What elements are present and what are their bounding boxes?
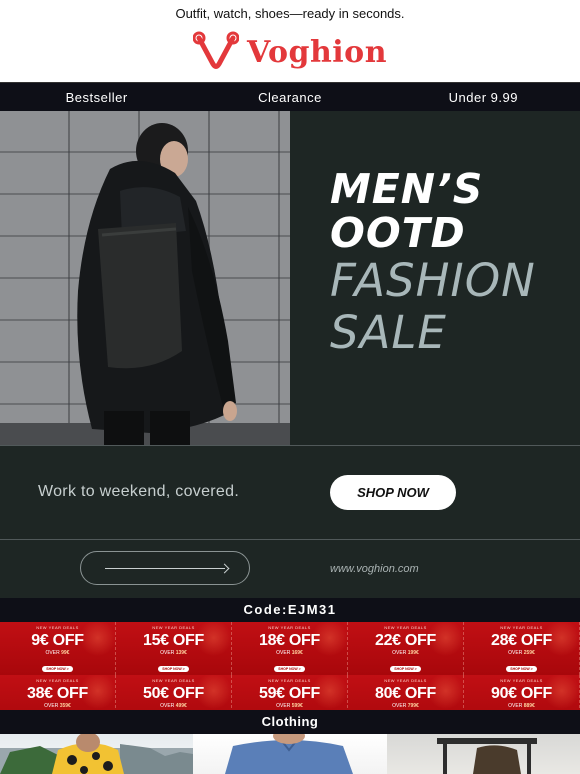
hero-website-url[interactable]: www.voghion.com <box>330 563 419 575</box>
coupon-amount: 38€ OFF <box>26 685 89 702</box>
coupon-threshold: OVER 259€ <box>508 650 535 656</box>
section-title-clothing: Clothing <box>0 710 580 734</box>
hero-title-line2: OOTD <box>330 209 466 257</box>
coupon-threshold: OVER 99€ <box>45 650 70 656</box>
brand-name: Voghion <box>246 34 388 70</box>
product-thumb-hawaiian-shirt[interactable] <box>0 734 194 774</box>
hero-title: MEN’S OOTD FASHION SALE <box>330 167 536 359</box>
header-tagline: Outfit, watch, shoes—ready in seconds. <box>175 6 405 21</box>
coupon-threshold: OVER 799€ <box>392 703 419 709</box>
coupon-threshold: OVER 169€ <box>276 650 303 656</box>
coupon-amount: 59€ OFF <box>258 685 321 702</box>
hero-divider-top <box>0 445 580 446</box>
hero-title-line1: MEN’S <box>330 165 484 213</box>
hero-banner[interactable]: MEN’S OOTD FASHION SALE Work to weekend,… <box>0 111 580 598</box>
coupon-kicker: NEW YEAR DEALS <box>152 625 195 630</box>
arrow-button[interactable] <box>80 551 250 585</box>
coupon-kicker: NEW YEAR DEALS <box>36 625 79 630</box>
coupon-kicker: NEW YEAR DEALS <box>500 625 543 630</box>
coupon-amount: 22€ OFF <box>374 632 437 649</box>
product-image <box>225 734 354 774</box>
coupon-shop-button[interactable]: SHOP NOW > <box>390 666 421 672</box>
product-thumb-denim-shirt[interactable] <box>193 734 387 774</box>
nav-item-clearance[interactable]: Clearance <box>193 90 386 105</box>
hero-model-photo <box>0 111 290 445</box>
product-row <box>0 734 580 774</box>
coupon-grid: NEW YEAR DEALS 9€ OFF OVER 99€ SHOP NOW … <box>0 622 580 728</box>
brand-logo[interactable]: Voghion <box>0 30 580 74</box>
brand-v-icon <box>192 31 239 69</box>
coupon-threshold: OVER 199€ <box>392 650 419 656</box>
coupon-code-bar: Code:EJM31 <box>0 598 580 622</box>
nav-item-bestseller[interactable]: Bestseller <box>0 90 193 105</box>
coupon-shop-button[interactable]: SHOP NOW > <box>42 666 73 672</box>
category-nav: Bestseller Clearance Under 9.99 <box>0 82 580 111</box>
hero-subtitle: Work to weekend, covered. <box>38 483 240 500</box>
coupon-amount: 9€ OFF <box>31 632 84 649</box>
product-image <box>0 734 193 774</box>
coupon-22-off[interactable]: NEW YEAR DEALS 22€ OFF OVER 199€ SHOP NO… <box>348 622 464 675</box>
coupon-amount: 80€ OFF <box>374 685 437 702</box>
coupon-threshold: OVER 359€ <box>44 703 71 709</box>
coupon-threshold: OVER 139€ <box>160 650 187 656</box>
coupon-threshold: OVER 889€ <box>508 703 535 709</box>
hero-divider-bottom <box>0 539 580 540</box>
shop-now-button[interactable]: SHOP NOW <box>330 475 456 510</box>
coupon-threshold: OVER 499€ <box>160 703 187 709</box>
model-silhouette <box>0 123 290 445</box>
coupon-amount: 18€ OFF <box>258 632 321 649</box>
coupon-15-off[interactable]: NEW YEAR DEALS 15€ OFF OVER 139€ SHOP NO… <box>116 622 232 675</box>
coupon-kicker: NEW YEAR DEALS <box>268 625 311 630</box>
product-image <box>436 738 537 774</box>
product-thumb-jacket[interactable] <box>386 734 580 774</box>
coupon-28-off[interactable]: NEW YEAR DEALS 28€ OFF OVER 259€ SHOP NO… <box>464 622 580 675</box>
coupon-amount: 28€ OFF <box>490 632 553 649</box>
coupon-kicker: NEW YEAR DEALS <box>152 678 195 683</box>
coupon-amount: 90€ OFF <box>490 685 553 702</box>
coupon-shop-button[interactable]: SHOP NOW > <box>274 666 305 672</box>
coupon-amount: 15€ OFF <box>142 632 205 649</box>
coupon-kicker: NEW YEAR DEALS <box>36 678 79 683</box>
coupon-kicker: NEW YEAR DEALS <box>384 625 427 630</box>
coupon-18-off[interactable]: NEW YEAR DEALS 18€ OFF OVER 169€ SHOP NO… <box>232 622 348 675</box>
nav-item-under-9-99[interactable]: Under 9.99 <box>387 90 580 105</box>
coupon-9-off[interactable]: NEW YEAR DEALS 9€ OFF OVER 99€ SHOP NOW … <box>0 622 116 675</box>
coupon-shop-button[interactable]: SHOP NOW > <box>158 666 189 672</box>
coupon-threshold: OVER 599€ <box>276 703 303 709</box>
coupon-kicker: NEW YEAR DEALS <box>500 678 543 683</box>
coupon-shop-button[interactable]: SHOP NOW > <box>506 666 537 672</box>
hero-title-line3: FASHION <box>330 254 536 307</box>
arrow-right-icon <box>105 568 225 569</box>
coupon-amount: 50€ OFF <box>142 685 205 702</box>
hero-title-line4: SALE <box>330 306 447 359</box>
coupon-kicker: NEW YEAR DEALS <box>384 678 427 683</box>
arrow-head-icon <box>219 563 230 574</box>
coupon-kicker: NEW YEAR DEALS <box>268 678 311 683</box>
